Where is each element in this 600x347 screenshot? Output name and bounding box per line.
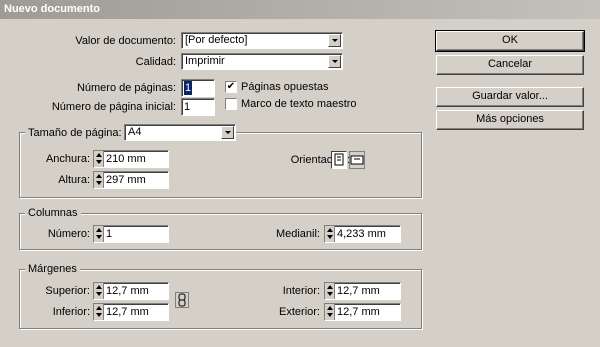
spinner-arrows-icon[interactable] — [94, 151, 104, 167]
gutter-label: Medianil: — [275, 228, 320, 240]
chevron-down-icon[interactable] — [328, 55, 341, 68]
chevron-down-icon[interactable] — [328, 34, 341, 47]
landscape-page-icon — [350, 155, 364, 165]
pages-input[interactable]: 1 — [181, 79, 215, 97]
more-options-button[interactable]: Más opciones — [436, 110, 584, 130]
height-input[interactable]: 297 mm — [93, 171, 169, 189]
page-size-label: Tamaño de página: — [25, 126, 125, 140]
margin-inside-input[interactable]: 12,7 mm — [324, 282, 401, 300]
window-title: Nuevo documento — [4, 3, 100, 15]
chevron-down-icon[interactable] — [221, 126, 234, 139]
width-value: 210 mm — [106, 153, 146, 165]
margin-bottom-label: Inferior: — [52, 306, 90, 318]
quality-label: Calidad: — [135, 56, 176, 68]
facing-pages-checkbox[interactable]: ✔ — [225, 81, 237, 93]
margin-outside-input[interactable]: 12,7 mm — [324, 303, 401, 321]
ok-button[interactable]: OK — [435, 30, 585, 52]
spinner-arrows-icon[interactable] — [325, 226, 335, 242]
columns-number-label: Número: — [47, 228, 90, 240]
spinner-arrows-icon[interactable] — [94, 304, 104, 320]
gutter-input[interactable]: 4,233 mm — [324, 225, 401, 243]
preset-label: Valor de documento: — [75, 35, 176, 47]
spinner-arrows-icon[interactable] — [94, 172, 104, 188]
margin-top-input[interactable]: 12,7 mm — [93, 282, 169, 300]
portrait-page-icon — [334, 153, 344, 166]
quality-select[interactable]: Imprimir — [181, 53, 343, 70]
margin-bottom-value: 12,7 mm — [106, 306, 149, 318]
width-input[interactable]: 210 mm — [93, 150, 169, 168]
start-page-input[interactable]: 1 — [181, 98, 215, 116]
window-title-bar: Nuevo documento — [0, 0, 600, 19]
link-margins-button[interactable] — [175, 292, 189, 308]
margin-outside-value: 12,7 mm — [337, 306, 380, 318]
pages-label: Número de páginas: — [76, 82, 176, 94]
master-text-checkbox[interactable] — [225, 98, 237, 110]
pages-value: 1 — [184, 81, 193, 95]
start-page-label: Número de página inicial: — [51, 101, 176, 113]
page-size-select[interactable]: A4 — [124, 124, 236, 141]
start-page-value: 1 — [184, 101, 191, 113]
columns-legend: Columnas — [25, 206, 81, 220]
preset-select[interactable]: [Por defecto] — [181, 32, 343, 49]
margin-top-label: Superior: — [45, 285, 90, 297]
margins-legend: Márgenes — [25, 262, 80, 276]
spinner-arrows-icon[interactable] — [94, 283, 104, 299]
orientation-portrait-button[interactable] — [331, 151, 347, 169]
spinner-arrows-icon[interactable] — [325, 304, 335, 320]
preset-value: [Por defecto] — [185, 34, 248, 46]
margin-outside-label: Exterior: — [279, 306, 320, 318]
height-label: Altura: — [58, 174, 90, 186]
margin-top-value: 12,7 mm — [106, 285, 149, 297]
spinner-arrows-icon[interactable] — [94, 226, 104, 242]
page-size-value: A4 — [128, 126, 142, 138]
chain-link-icon — [178, 293, 186, 307]
save-preset-button[interactable]: Guardar valor... — [436, 87, 584, 107]
width-label: Anchura: — [45, 153, 90, 165]
gutter-value: 4,233 mm — [337, 228, 386, 240]
cancel-button[interactable]: Cancelar — [436, 55, 584, 75]
facing-pages-label: Páginas opuestas — [241, 81, 329, 93]
margin-inside-label: Interior: — [282, 285, 320, 297]
height-value: 297 mm — [106, 174, 146, 186]
spinner-arrows-icon[interactable] — [325, 283, 335, 299]
master-text-label: Marco de texto maestro — [241, 98, 357, 110]
columns-number-value: 1 — [106, 228, 113, 240]
quality-value: Imprimir — [185, 55, 225, 67]
margin-inside-value: 12,7 mm — [337, 285, 380, 297]
margin-bottom-input[interactable]: 12,7 mm — [93, 303, 169, 321]
orientation-landscape-button[interactable] — [349, 151, 365, 169]
columns-number-input[interactable]: 1 — [93, 225, 169, 243]
